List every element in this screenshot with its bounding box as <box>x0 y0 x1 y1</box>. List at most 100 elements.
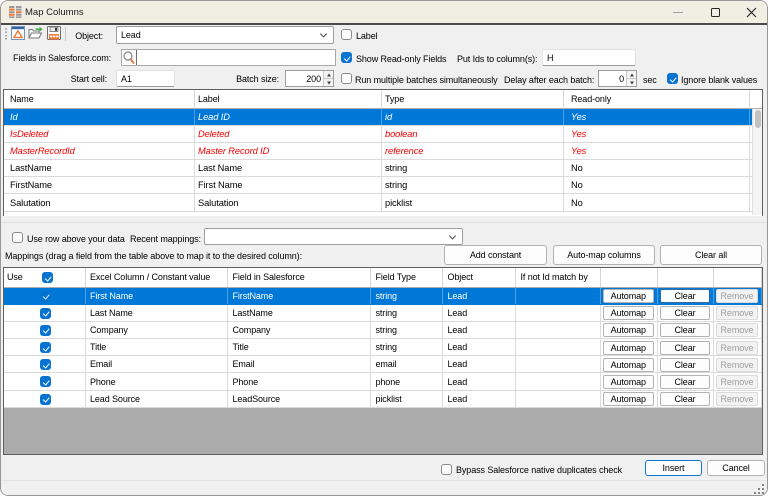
mappings-table-column-header[interactable]: Excel Column / Constant value <box>86 268 229 287</box>
spin-up-icon[interactable] <box>324 71 333 79</box>
insert-button[interactable]: Insert <box>645 460 702 476</box>
automap-button[interactable]: Automap <box>603 358 655 372</box>
bypass-duplicates-checkbox[interactable] <box>441 464 452 475</box>
spin-down-icon[interactable] <box>324 79 333 86</box>
clear-button[interactable]: Clear <box>660 341 710 355</box>
use-checkbox[interactable] <box>40 325 51 336</box>
fields-table-column-header[interactable]: Type <box>382 90 564 108</box>
mappings-table-column-header[interactable]: Field in Salesforce <box>228 268 371 287</box>
save-mapping-button[interactable] <box>45 25 62 41</box>
mappings-table-column-header[interactable] <box>658 268 714 287</box>
mappings-table-cell-value: Email <box>90 359 112 369</box>
clear-button[interactable]: Clear <box>660 323 710 337</box>
fields-table-row[interactable]: SalutationSalutationpicklistNo <box>4 194 762 211</box>
batch-size-stepper[interactable]: 200 <box>285 70 334 87</box>
fields-table-column-header[interactable]: Read-only <box>564 90 750 108</box>
clear-all-button[interactable]: Clear all <box>660 245 762 265</box>
batch-size-spinner[interactable] <box>323 71 333 86</box>
delay-stepper[interactable]: 0 <box>598 70 637 87</box>
fields-table-cell-value: Last Name <box>198 163 242 173</box>
ignore-blank-checkbox[interactable] <box>667 73 678 84</box>
fields-table-cell: id <box>382 109 564 125</box>
automap-button[interactable]: Automap <box>603 375 655 389</box>
mappings-table-row[interactable]: First NameFirstNamestringLeadAutomapClea… <box>4 288 762 305</box>
mappings-table-cell: FirstName <box>228 288 371 304</box>
maximize-button[interactable] <box>698 1 732 23</box>
use-row-above-checkbox[interactable] <box>12 232 23 243</box>
start-cell-input[interactable]: A1 <box>116 70 175 87</box>
clear-button[interactable]: Clear <box>660 306 710 320</box>
fields-table-row[interactable]: IsDeletedDeletedbooleanYes <box>4 126 762 143</box>
use-checkbox[interactable] <box>40 359 51 370</box>
use-checkbox[interactable] <box>40 308 51 319</box>
open-mapping-button[interactable] <box>27 25 44 41</box>
fields-table: NameLabelTypeRead-onlyIdLead IDidYesIsDe… <box>3 89 763 216</box>
status-strip <box>1 480 767 496</box>
clear-button[interactable]: Clear <box>660 375 710 389</box>
mappings-table-row[interactable]: EmailEmailemailLeadAutomapClearRemove <box>4 356 762 373</box>
fields-table-row[interactable]: MasterRecordIdMaster Record IDreferenceY… <box>4 143 762 160</box>
mappings-table-column-header[interactable]: Field Type <box>371 268 443 287</box>
clear-button[interactable]: Clear <box>660 289 710 303</box>
fields-table-column-header[interactable]: Label <box>195 90 383 108</box>
clear-button[interactable]: Clear <box>660 392 710 406</box>
mappings-table-cell: Clear <box>658 391 714 407</box>
automap-button[interactable]: Automap <box>603 392 655 406</box>
resize-grip[interactable] <box>753 483 764 494</box>
fields-table-column-header[interactable]: Name <box>4 90 195 108</box>
mapping-window-icon <box>11 26 25 40</box>
add-constant-button[interactable]: Add constant <box>444 245 547 265</box>
spin-up-icon[interactable] <box>627 71 636 79</box>
minimize-button[interactable] <box>661 1 695 23</box>
spin-down-icon[interactable] <box>627 79 636 86</box>
clear-button[interactable]: Clear <box>660 358 710 372</box>
mappings-table-row[interactable]: Last NameLastNamestringLeadAutomapClearR… <box>4 305 762 322</box>
mappings-table-row[interactable]: TitleTitlestringLeadAutomapClearRemove <box>4 339 762 356</box>
auto-map-columns-button[interactable]: Auto-map columns <box>553 245 655 265</box>
use-checkbox[interactable] <box>40 376 51 387</box>
mappings-table-cell-value: First Name <box>90 291 133 301</box>
mappings-table-cell: LastName <box>228 305 371 321</box>
mappings-table-row[interactable]: Lead SourceLeadSourcepicklistLeadAutomap… <box>4 391 762 408</box>
use-checkbox[interactable] <box>40 342 51 353</box>
mappings-table-cell-value: Lead <box>448 394 468 404</box>
fields-table-row[interactable]: IdLead IDidYes <box>4 109 762 126</box>
fields-search-input[interactable] <box>121 49 336 66</box>
fields-table-cell: Deleted <box>195 126 383 142</box>
object-combobox[interactable]: Lead <box>116 26 334 44</box>
close-button[interactable] <box>734 1 768 23</box>
recent-mappings-combobox[interactable] <box>204 228 463 245</box>
fields-table-row[interactable]: LastNameLast NamestringNo <box>4 160 762 177</box>
mappings-table-column-header[interactable]: Object <box>443 268 516 287</box>
cancel-button[interactable]: Cancel <box>707 460 765 476</box>
automap-button[interactable]: Automap <box>603 289 655 303</box>
fields-table-scrollbar[interactable] <box>752 109 762 216</box>
scrollbar-thumb[interactable] <box>755 110 761 128</box>
mappings-table-cell: Lead <box>443 322 516 338</box>
mappings-table-column-header[interactable]: Use <box>4 268 86 287</box>
fields-table-row[interactable]: FirstNameFirst NamestringNo <box>4 177 762 194</box>
mappings-table-column-header[interactable]: If not Id match by <box>516 268 601 287</box>
put-ids-input[interactable]: H <box>542 49 636 66</box>
mappings-table-row[interactable]: CompanyCompanystringLeadAutomapClearRemo… <box>4 322 762 339</box>
automap-button[interactable]: Automap <box>603 341 655 355</box>
automap-button[interactable]: Automap <box>603 323 655 337</box>
mappings-table-cell-value: Lead <box>448 342 468 352</box>
section-separator <box>1 222 767 223</box>
show-mapping-window-button[interactable] <box>9 25 26 41</box>
mappings-table-cell-value: LeadSource <box>233 394 281 404</box>
mappings-table-cell-value: Phone <box>90 377 116 387</box>
mappings-table-cell: Lead <box>443 339 516 355</box>
mappings-table-column-header[interactable] <box>601 268 659 287</box>
use-checkbox[interactable] <box>40 291 51 302</box>
use-checkbox[interactable] <box>40 394 51 405</box>
use-all-checkbox[interactable] <box>42 272 53 283</box>
show-readonly-checkbox[interactable] <box>341 52 352 63</box>
delay-spinner[interactable] <box>626 71 636 86</box>
automap-button[interactable]: Automap <box>603 306 655 320</box>
label-checkbox[interactable] <box>341 29 352 40</box>
run-multiple-checkbox[interactable] <box>341 73 352 84</box>
toolbar-gripper[interactable] <box>5 28 7 41</box>
mappings-table-row[interactable]: PhonePhonephoneLeadAutomapClearRemove <box>4 373 762 390</box>
mappings-table-column-header[interactable] <box>714 268 762 287</box>
